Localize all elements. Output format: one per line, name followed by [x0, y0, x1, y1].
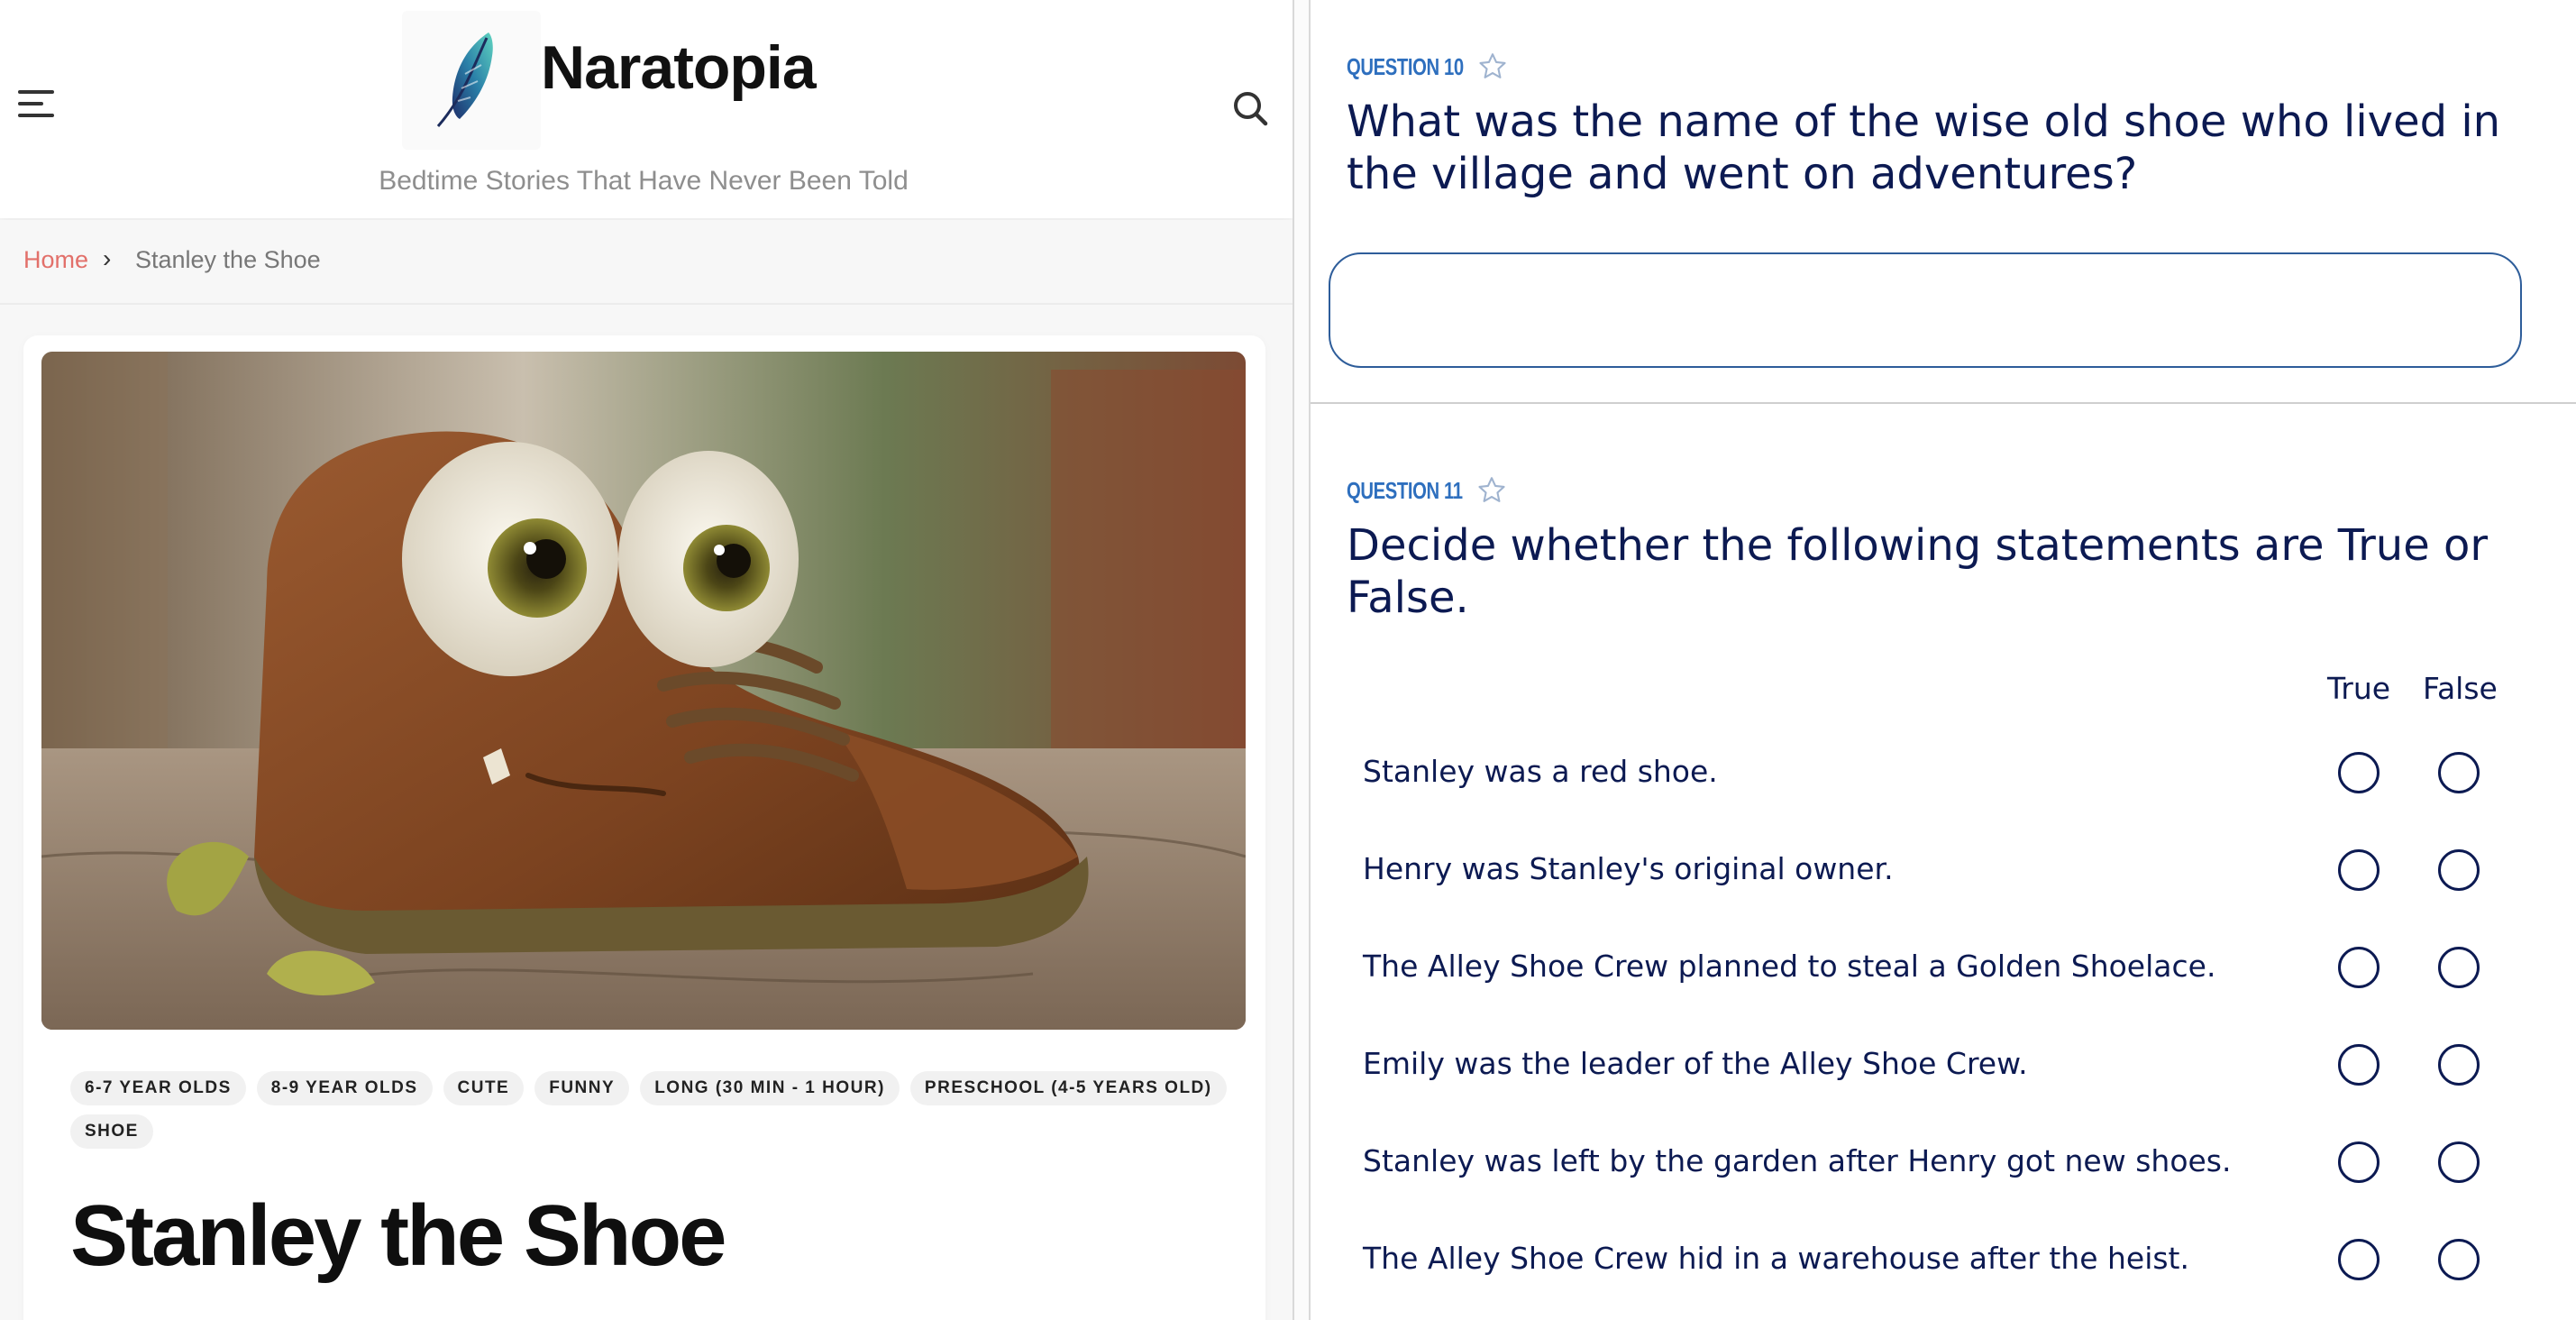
radio-true[interactable] [2338, 947, 2380, 988]
breadcrumb-separator: › [103, 244, 112, 272]
feather-logo-icon[interactable] [402, 11, 541, 150]
question-10-label: QUESTION 10 [1347, 52, 1464, 80]
breadcrumb-current: Stanley the Shoe [135, 246, 321, 273]
tag-chip[interactable]: 8-9 YEAR OLDS [256, 1071, 433, 1105]
site-name[interactable]: Naratopia [541, 32, 817, 103]
radio-false[interactable] [2438, 752, 2480, 793]
site-tagline: Bedtime Stories That Have Never Been Tol… [379, 166, 909, 196]
radio-false[interactable] [2438, 947, 2480, 988]
star-outline-icon[interactable] [1475, 474, 1508, 507]
column-header-false: False [2423, 671, 2498, 706]
question-divider [1311, 402, 2576, 404]
star-outline-icon[interactable] [1476, 50, 1509, 83]
split-pane-divider[interactable] [1293, 0, 1311, 1320]
question-11-header: QUESTION 11 [1347, 472, 1508, 509]
radio-true[interactable] [2338, 752, 2380, 793]
radio-true[interactable] [2338, 1239, 2380, 1280]
radio-false[interactable] [2438, 849, 2480, 891]
tag-chip[interactable]: SHOE [70, 1114, 153, 1149]
search-icon[interactable] [1230, 88, 1270, 128]
quiz-pane: QUESTION 10 What was the name of the wis… [1311, 0, 2576, 1320]
statement-text: Stanley was left by the garden after Hen… [1363, 1143, 2232, 1178]
radio-true[interactable] [2338, 849, 2380, 891]
story-page-pane: Naratopia Bedtime Stories That Have Neve… [0, 0, 1293, 1320]
question-10-text: What was the name of the wise old shoe w… [1347, 96, 2501, 199]
tag-chip[interactable]: FUNNY [534, 1071, 630, 1105]
site-header: Naratopia Bedtime Stories That Have Neve… [0, 0, 1293, 218]
tag-chip[interactable]: CUTE [443, 1071, 525, 1105]
radio-false[interactable] [2438, 1239, 2480, 1280]
question-11-text: Decide whether the following statements … [1347, 520, 2489, 623]
tag-chip[interactable]: LONG (30 MIN - 1 HOUR) [640, 1071, 900, 1105]
hamburger-menu-icon[interactable] [18, 90, 54, 126]
breadcrumb: Home › Stanley the Shoe [0, 220, 1293, 305]
radio-true[interactable] [2338, 1141, 2380, 1183]
story-tags: 6-7 YEAR OLDS 8-9 YEAR OLDS CUTE FUNNY L… [70, 1071, 1233, 1149]
radio-false[interactable] [2438, 1044, 2480, 1086]
tag-chip[interactable]: PRESCHOOL (4-5 YEARS OLD) [909, 1071, 1227, 1105]
story-cover-image [41, 352, 1246, 1030]
column-header-true: True [2327, 671, 2391, 706]
story-title: Stanley the Shoe [70, 1187, 727, 1284]
breadcrumb-home-link[interactable]: Home [23, 246, 88, 274]
radio-true[interactable] [2338, 1044, 2380, 1086]
statement-text: The Alley Shoe Crew planned to steal a G… [1363, 949, 2216, 984]
radio-false[interactable] [2438, 1141, 2480, 1183]
question-10-header: QUESTION 10 [1347, 49, 1509, 85]
question-10-answer-input[interactable] [1329, 252, 2522, 368]
question-11-label: QUESTION 11 [1347, 476, 1463, 504]
statement-text: The Alley Shoe Crew hid in a warehouse a… [1363, 1241, 2189, 1276]
statement-text: Emily was the leader of the Alley Shoe C… [1363, 1046, 2028, 1081]
statement-text: Henry was Stanley's original owner. [1363, 851, 1894, 886]
tag-chip[interactable]: 6-7 YEAR OLDS [70, 1071, 246, 1105]
statement-text: Stanley was a red shoe. [1363, 754, 1718, 789]
